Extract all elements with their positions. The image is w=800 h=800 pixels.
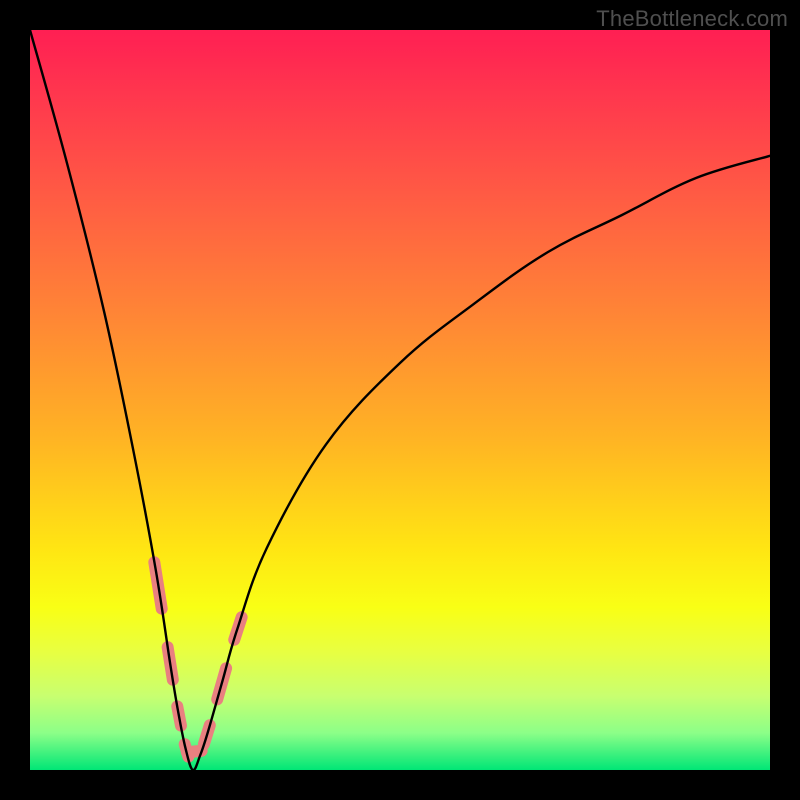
- plot-area: [30, 30, 770, 770]
- watermark-text: TheBottleneck.com: [596, 6, 788, 32]
- chart-svg: [30, 30, 770, 770]
- highlight-seg-trough: [187, 751, 202, 752]
- curve-layer: [30, 30, 770, 770]
- frame: TheBottleneck.com: [0, 0, 800, 800]
- bottleneck-curve: [30, 30, 770, 770]
